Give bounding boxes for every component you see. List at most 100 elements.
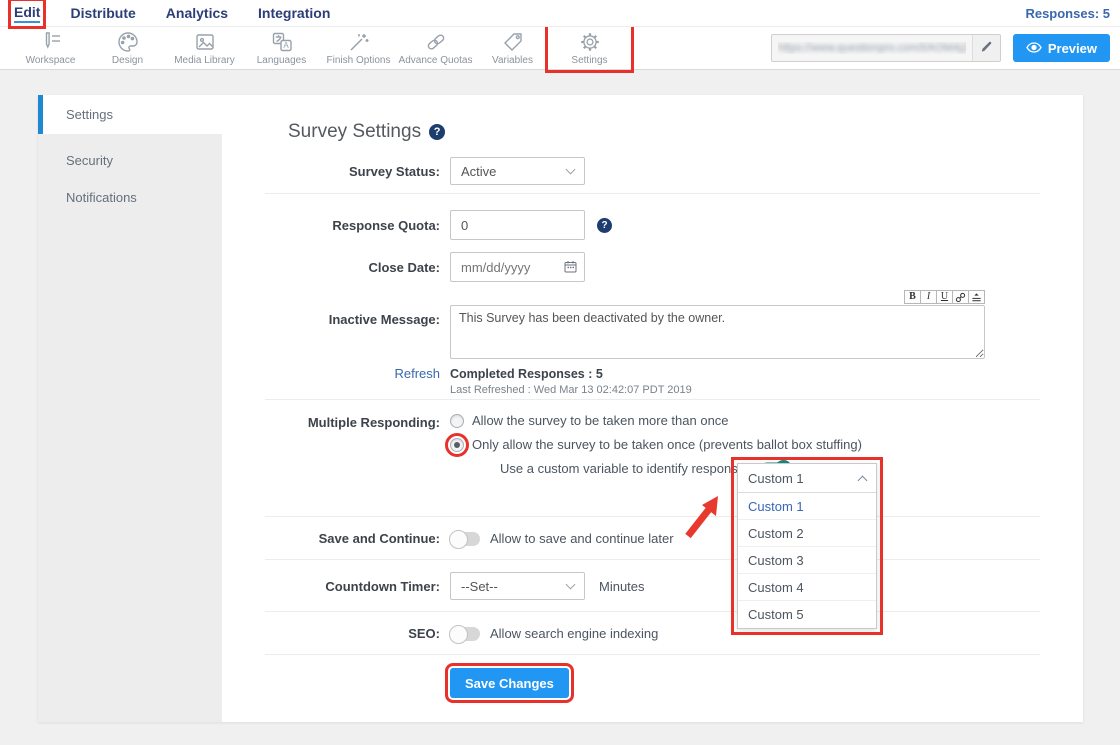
countdown-timer-label: Countdown Timer: [222,579,440,594]
radio-multiple-allowed-label: Allow the survey to be taken more than o… [472,413,729,428]
settings-content: Survey Settings ? Survey Status: Active … [222,95,1083,722]
survey-url-box [771,34,1001,62]
svg-text:A: A [283,41,289,50]
seo-label: SEO: [222,626,440,641]
save-button-row: Save Changes [222,655,1083,698]
toolbar-item-languages[interactable]: A Languages [243,29,320,67]
finish-options-icon [347,31,371,53]
media-library-icon [193,31,217,53]
survey-status-select[interactable]: Active [450,157,585,185]
dropdown-option-custom-3[interactable]: Custom 3 [738,547,876,574]
survey-status-row: Survey Status: Active [222,148,1083,194]
save-continue-toggle[interactable] [450,532,480,546]
close-date-label: Close Date: [222,260,440,275]
preview-button[interactable]: Preview [1013,34,1110,62]
seo-text: Allow search engine indexing [490,626,658,641]
quota-message-row: Response Quota: ? Close Date: [222,194,1083,400]
toolbar-item-label: Workspace [26,55,76,66]
bold-button[interactable]: B [904,290,921,304]
response-quota-input[interactable] [450,210,585,240]
toolbar-item-finish-options[interactable]: Finish Options [320,29,397,67]
preview-button-label: Preview [1048,41,1097,56]
radio-once-only[interactable] [450,438,464,452]
edit-toolbar: Workspace Design Media Library A Languag… [0,27,1120,70]
page-title: Survey Settings [288,121,421,143]
multiple-responding-label: Multiple Responding: [222,400,440,517]
radio-once-only-label: Only allow the survey to be taken once (… [472,437,862,452]
settings-sidebar: Settings Security Notifications [38,95,222,722]
chevron-down-icon [566,580,576,590]
toolbar-item-label: Media Library [174,55,235,66]
radio-multiple-allowed[interactable] [450,414,464,428]
rich-text-toolbar: B I U [450,290,985,304]
dropdown-option-custom-1[interactable]: Custom 1 [738,493,876,520]
last-refreshed-text: Last Refreshed : Wed Mar 13 02:42:07 PDT… [450,384,692,396]
custom-variable-selected-value: Custom 1 [748,471,804,486]
toolbar-item-label: Design [112,55,143,66]
tab-distribute[interactable]: Distribute [70,5,135,21]
dropdown-option-custom-5[interactable]: Custom 5 [738,601,876,628]
tab-edit[interactable]: Edit [14,4,40,23]
inactive-message-label: Inactive Message: [222,290,440,362]
countdown-timer-row: Countdown Timer: --Set-- Minutes [222,560,1083,612]
refresh-link[interactable]: Refresh [394,366,440,381]
toolbar-right-group: Preview [771,34,1110,62]
help-icon[interactable]: ? [429,124,445,140]
toolbar-item-label: Variables [492,55,533,66]
chevron-up-icon [858,475,868,485]
survey-status-value: Active [461,164,496,179]
quota-help-icon[interactable]: ? [597,218,612,233]
toolbar-item-label: Advance Quotas [399,55,473,66]
toolbar-item-design[interactable]: Design [89,29,166,67]
sidebar-item-settings[interactable]: Settings [38,95,222,134]
tab-analytics[interactable]: Analytics [166,5,228,21]
settings-card: Settings Security Notifications Survey S… [38,95,1083,722]
toolbar-item-settings[interactable]: Settings [551,29,628,67]
eye-icon [1026,41,1042,56]
inactive-message-textarea[interactable]: This Survey has been deactivated by the … [450,305,985,359]
link-icon[interactable] [952,290,969,304]
toolbar-item-media-library[interactable]: Media Library [166,29,243,67]
toolbar-item-workspace[interactable]: Workspace [12,29,89,67]
countdown-minutes-text: Minutes [599,579,645,594]
dropdown-option-custom-2[interactable]: Custom 2 [738,520,876,547]
multiple-responding-row: Multiple Responding: Allow the survey to… [222,400,1083,517]
survey-status-label: Survey Status: [222,164,440,179]
dropdown-option-custom-4[interactable]: Custom 4 [738,574,876,601]
response-quota-label: Response Quota: [222,218,440,233]
chevron-down-icon [566,165,576,175]
pencil-icon [980,40,993,56]
survey-url-input[interactable] [772,35,972,61]
completed-responses-text: Completed Responses : 5 [450,367,603,381]
workspace-icon [39,31,63,53]
toolbar-item-label: Finish Options [327,55,391,66]
sidebar-item-notifications[interactable]: Notifications [38,179,222,216]
edit-url-button[interactable] [972,35,1000,61]
top-nav: Edit Distribute Analytics Integration Re… [0,0,1120,27]
tab-integration[interactable]: Integration [258,5,330,21]
variables-icon [501,31,525,53]
countdown-timer-select[interactable]: --Set-- [450,572,585,600]
save-continue-label: Save and Continue: [222,531,440,546]
design-palette-icon [116,31,140,53]
toolbar-item-label: Settings [571,55,607,66]
save-changes-button[interactable]: Save Changes [450,668,569,698]
toolbar-item-advance-quotas[interactable]: Advance Quotas [397,29,474,67]
toolbar-item-variables[interactable]: Variables [474,29,551,67]
underline-button[interactable]: U [936,290,953,304]
seo-row: SEO: Allow search engine indexing [222,612,1083,655]
save-continue-row: Save and Continue: Allow to save and con… [222,517,1083,560]
languages-icon: A [270,31,294,53]
responses-count-link[interactable]: Responses: 5 [1025,6,1110,21]
seo-toggle[interactable] [450,627,480,641]
align-icon[interactable] [968,290,985,304]
toolbar-item-label: Languages [257,55,307,66]
custom-variable-label: Use a custom variable to identify respon… [500,461,751,476]
advance-quotas-icon [424,31,448,53]
custom-variable-dropdown: Custom 1 Custom 1 Custom 2 Custom 3 Cust… [737,463,877,629]
countdown-timer-value: --Set-- [461,579,498,594]
italic-button[interactable]: I [920,290,937,304]
custom-variable-dropdown-head[interactable]: Custom 1 [738,464,876,493]
sidebar-item-security[interactable]: Security [38,142,222,179]
gear-icon [578,31,602,53]
